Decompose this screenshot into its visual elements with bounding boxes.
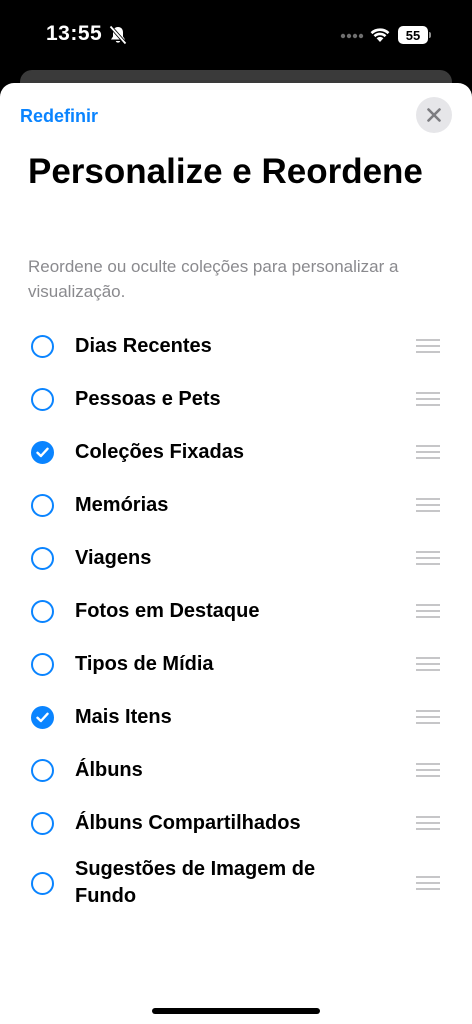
battery-tip — [429, 32, 431, 38]
checkmark-icon — [36, 712, 49, 722]
handle-line — [416, 722, 440, 724]
handle-line — [416, 663, 440, 665]
collection-label: Sugestões de Imagem de Fundo — [75, 858, 316, 907]
close-button[interactable] — [416, 97, 452, 133]
collection-label: Dias Recentes — [75, 334, 212, 357]
collection-row[interactable]: Fotos em Destaque — [0, 586, 472, 636]
customize-sheet: Redefinir Personalize e Reordene Reorden… — [0, 83, 472, 1024]
handle-line — [416, 763, 440, 765]
handle-line — [416, 828, 440, 830]
collection-row[interactable]: Dias Recentes — [0, 321, 472, 371]
collection-row[interactable]: Pessoas e Pets — [0, 374, 472, 424]
handle-line — [416, 398, 440, 400]
collection-label: Viagens — [75, 546, 152, 569]
collection-row[interactable]: Álbuns — [0, 745, 472, 795]
checkbox-unchecked[interactable] — [31, 387, 54, 411]
handle-line — [416, 351, 440, 353]
handle-line — [416, 769, 440, 771]
handle-line — [416, 339, 440, 341]
reorder-handle-icon[interactable] — [416, 876, 440, 890]
reorder-handle-icon[interactable] — [416, 657, 440, 671]
collection-label: Fotos em Destaque — [75, 599, 260, 622]
reset-button[interactable]: Redefinir — [20, 106, 98, 127]
handle-line — [416, 710, 440, 712]
reorder-handle-icon[interactable] — [416, 816, 440, 830]
page-subtitle: Reordene ou oculte coleções para persona… — [28, 257, 399, 301]
close-icon — [427, 108, 441, 122]
wifi-icon — [370, 28, 390, 42]
collection-row[interactable]: Coleções Fixadas — [0, 427, 472, 477]
handle-line — [416, 451, 440, 453]
handle-line — [416, 657, 440, 659]
collection-row[interactable]: Viagens — [0, 533, 472, 583]
checkbox-unchecked[interactable] — [31, 334, 54, 358]
collection-label: Coleções Fixadas — [75, 440, 244, 463]
collection-row[interactable]: Memórias — [0, 480, 472, 530]
collection-label: Mais Itens — [75, 705, 172, 728]
handle-line — [416, 551, 440, 553]
collection-row[interactable]: Tipos de Mídia — [0, 639, 472, 689]
collection-label: Pessoas e Pets — [75, 387, 221, 410]
battery-icon: 55 — [398, 26, 431, 44]
page-title: Personalize e Reordene — [28, 152, 423, 191]
handle-line — [416, 610, 440, 612]
handle-line — [416, 504, 440, 506]
handle-line — [416, 498, 440, 500]
handle-line — [416, 716, 440, 718]
handle-line — [416, 876, 440, 878]
checkbox-checked[interactable] — [31, 440, 54, 464]
reorder-handle-icon[interactable] — [416, 445, 440, 459]
status-bar: 13:55 55 — [0, 0, 472, 70]
checkbox-unchecked[interactable] — [31, 599, 54, 623]
checkmark-icon — [36, 447, 49, 457]
handle-line — [416, 404, 440, 406]
handle-line — [416, 616, 440, 618]
collection-row[interactable]: Mais Itens — [0, 692, 472, 742]
collection-label: Memórias — [75, 493, 169, 516]
reorder-handle-icon[interactable] — [416, 392, 440, 406]
handle-line — [416, 882, 440, 884]
handle-line — [416, 510, 440, 512]
reorder-handle-icon[interactable] — [416, 604, 440, 618]
checkbox-checked[interactable] — [31, 705, 54, 729]
handle-line — [416, 457, 440, 459]
handle-line — [416, 392, 440, 394]
reorder-handle-icon[interactable] — [416, 710, 440, 724]
reorder-handle-icon[interactable] — [416, 763, 440, 777]
handle-line — [416, 445, 440, 447]
collection-row[interactable]: Sugestões de Imagem de Fundo — [0, 851, 472, 915]
reorder-handle-icon[interactable] — [416, 339, 440, 353]
home-indicator[interactable] — [152, 1008, 320, 1014]
reorder-handle-icon[interactable] — [416, 551, 440, 565]
handle-line — [416, 669, 440, 671]
checkbox-unchecked[interactable] — [31, 811, 54, 835]
handle-line — [416, 822, 440, 824]
collection-row[interactable]: Álbuns Compartilhados — [0, 798, 472, 848]
checkbox-unchecked[interactable] — [31, 546, 54, 570]
bell-slash-icon — [109, 25, 127, 45]
handle-line — [416, 345, 440, 347]
reorder-handle-icon[interactable] — [416, 498, 440, 512]
cellular-dots-icon — [340, 33, 364, 39]
handle-line — [416, 557, 440, 559]
handle-line — [416, 888, 440, 890]
checkbox-unchecked[interactable] — [31, 871, 54, 895]
battery-level: 55 — [398, 26, 428, 44]
checkbox-unchecked[interactable] — [31, 493, 54, 517]
collection-label: Álbuns — [75, 758, 143, 781]
handle-line — [416, 604, 440, 606]
checkbox-unchecked[interactable] — [31, 758, 54, 782]
handle-line — [416, 816, 440, 818]
checkbox-unchecked[interactable] — [31, 652, 54, 676]
handle-line — [416, 775, 440, 777]
status-time: 13:55 — [46, 22, 103, 45]
collection-label: Álbuns Compartilhados — [75, 811, 301, 834]
handle-line — [416, 563, 440, 565]
collection-label: Tipos de Mídia — [75, 652, 214, 675]
